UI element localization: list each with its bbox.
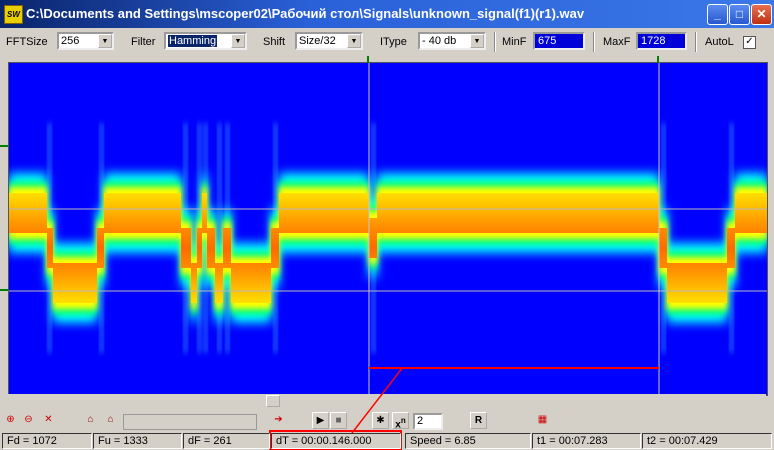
spectrogram-canvas [9,63,767,395]
toolbar-separator [695,32,697,52]
toolbar: FFTSize 256 ▼ Filter Hamming ▼ Shift Siz… [0,28,774,56]
shift-select[interactable]: Size/32 ▼ [295,32,363,50]
minimize-button[interactable]: _ [707,4,728,25]
power-button[interactable]: xn [392,412,409,430]
zoom-out-icon[interactable]: ⊖ [20,412,37,429]
maxf-marker-tick [0,289,8,291]
autol-label: AutoL [705,36,734,48]
position-slider[interactable] [123,414,257,430]
itype-select[interactable]: - 40 db ▼ [418,32,486,50]
chevron-down-icon[interactable]: ▼ [98,34,112,48]
minf-marker-tick [0,145,8,147]
chevron-down-icon[interactable]: ▼ [470,34,484,48]
toolbar-separator [494,32,496,52]
itype-label: IType [380,36,407,48]
filter-select[interactable]: Hamming ▼ [164,32,247,50]
palette-icon[interactable]: ▦ [534,412,551,429]
maxf-field[interactable]: 1728 [636,32,687,50]
shift-value: Size/32 [299,35,336,47]
shift-label: Shift [263,36,286,48]
fftsize-label: FFTSize [6,36,48,48]
status-fd: Fd = 1072 [2,433,92,449]
fftsize-value: 256 [61,35,80,47]
chevron-down-icon[interactable]: ▼ [231,34,245,48]
bottom-toolbar: ⊕ ⊖ ✕ ⌂ ⌂ ➔ ▶ ■ ✱ xn 2 R ▦ [0,410,774,432]
filter-value: Hamming [168,35,218,47]
close-button[interactable]: ✕ [751,4,772,25]
play-button[interactable]: ▶ [312,412,329,429]
minf-label: MinF [502,36,527,48]
chart-view-icon[interactable]: ⌂ [82,412,99,429]
status-dt: dT = 00:00.146.000 [271,433,401,449]
chevron-down-icon[interactable]: ▼ [347,34,361,48]
filter-label: Filter [131,36,156,48]
t1-marker-tick [367,56,369,63]
power-input[interactable]: 2 [413,413,443,430]
t2-marker-tick [657,56,659,63]
power-sup: n [400,416,406,425]
scrollbar-thumb[interactable] [266,395,280,407]
toolbar-separator [593,32,595,52]
itype-value: - 40 db [422,35,457,47]
window-title: C:\Documents and Settings\mscoper02\Рабо… [26,6,585,21]
maximize-button[interactable]: □ [729,4,750,25]
status-fu: Fu = 1333 [93,433,182,449]
app-icon: SW [4,5,23,24]
status-speed: Speed = 6.85 [405,433,531,449]
export-arrow-icon[interactable]: ➔ [270,412,287,429]
reset-r-button[interactable]: R [470,412,487,429]
fftsize-select[interactable]: 256 ▼ [57,32,114,50]
status-bar: Fd = 1072 Fu = 1333 dF = 261 dT = 00:00.… [0,432,774,450]
status-t1: t1 = 00:07.283 [532,433,641,449]
stop-button[interactable]: ■ [330,412,347,429]
minf-field[interactable]: 675 [533,32,585,50]
zoom-reset-icon[interactable]: ✕ [40,412,57,429]
horizontal-scrollbar[interactable] [8,394,766,408]
title-bar: SW C:\Documents and Settings\mscoper02\Р… [0,0,774,28]
asterisk-button[interactable]: ✱ [372,412,389,429]
maxf-label: MaxF [603,36,631,48]
spectrogram-view[interactable] [8,62,768,396]
chart-view-alt-icon[interactable]: ⌂ [102,412,119,429]
status-df: dF = 261 [183,433,270,449]
zoom-in-icon[interactable]: ⊕ [2,412,19,429]
autol-checkbox[interactable]: ✓ [743,36,756,49]
status-t2: t2 = 00:07.429 [642,433,772,449]
